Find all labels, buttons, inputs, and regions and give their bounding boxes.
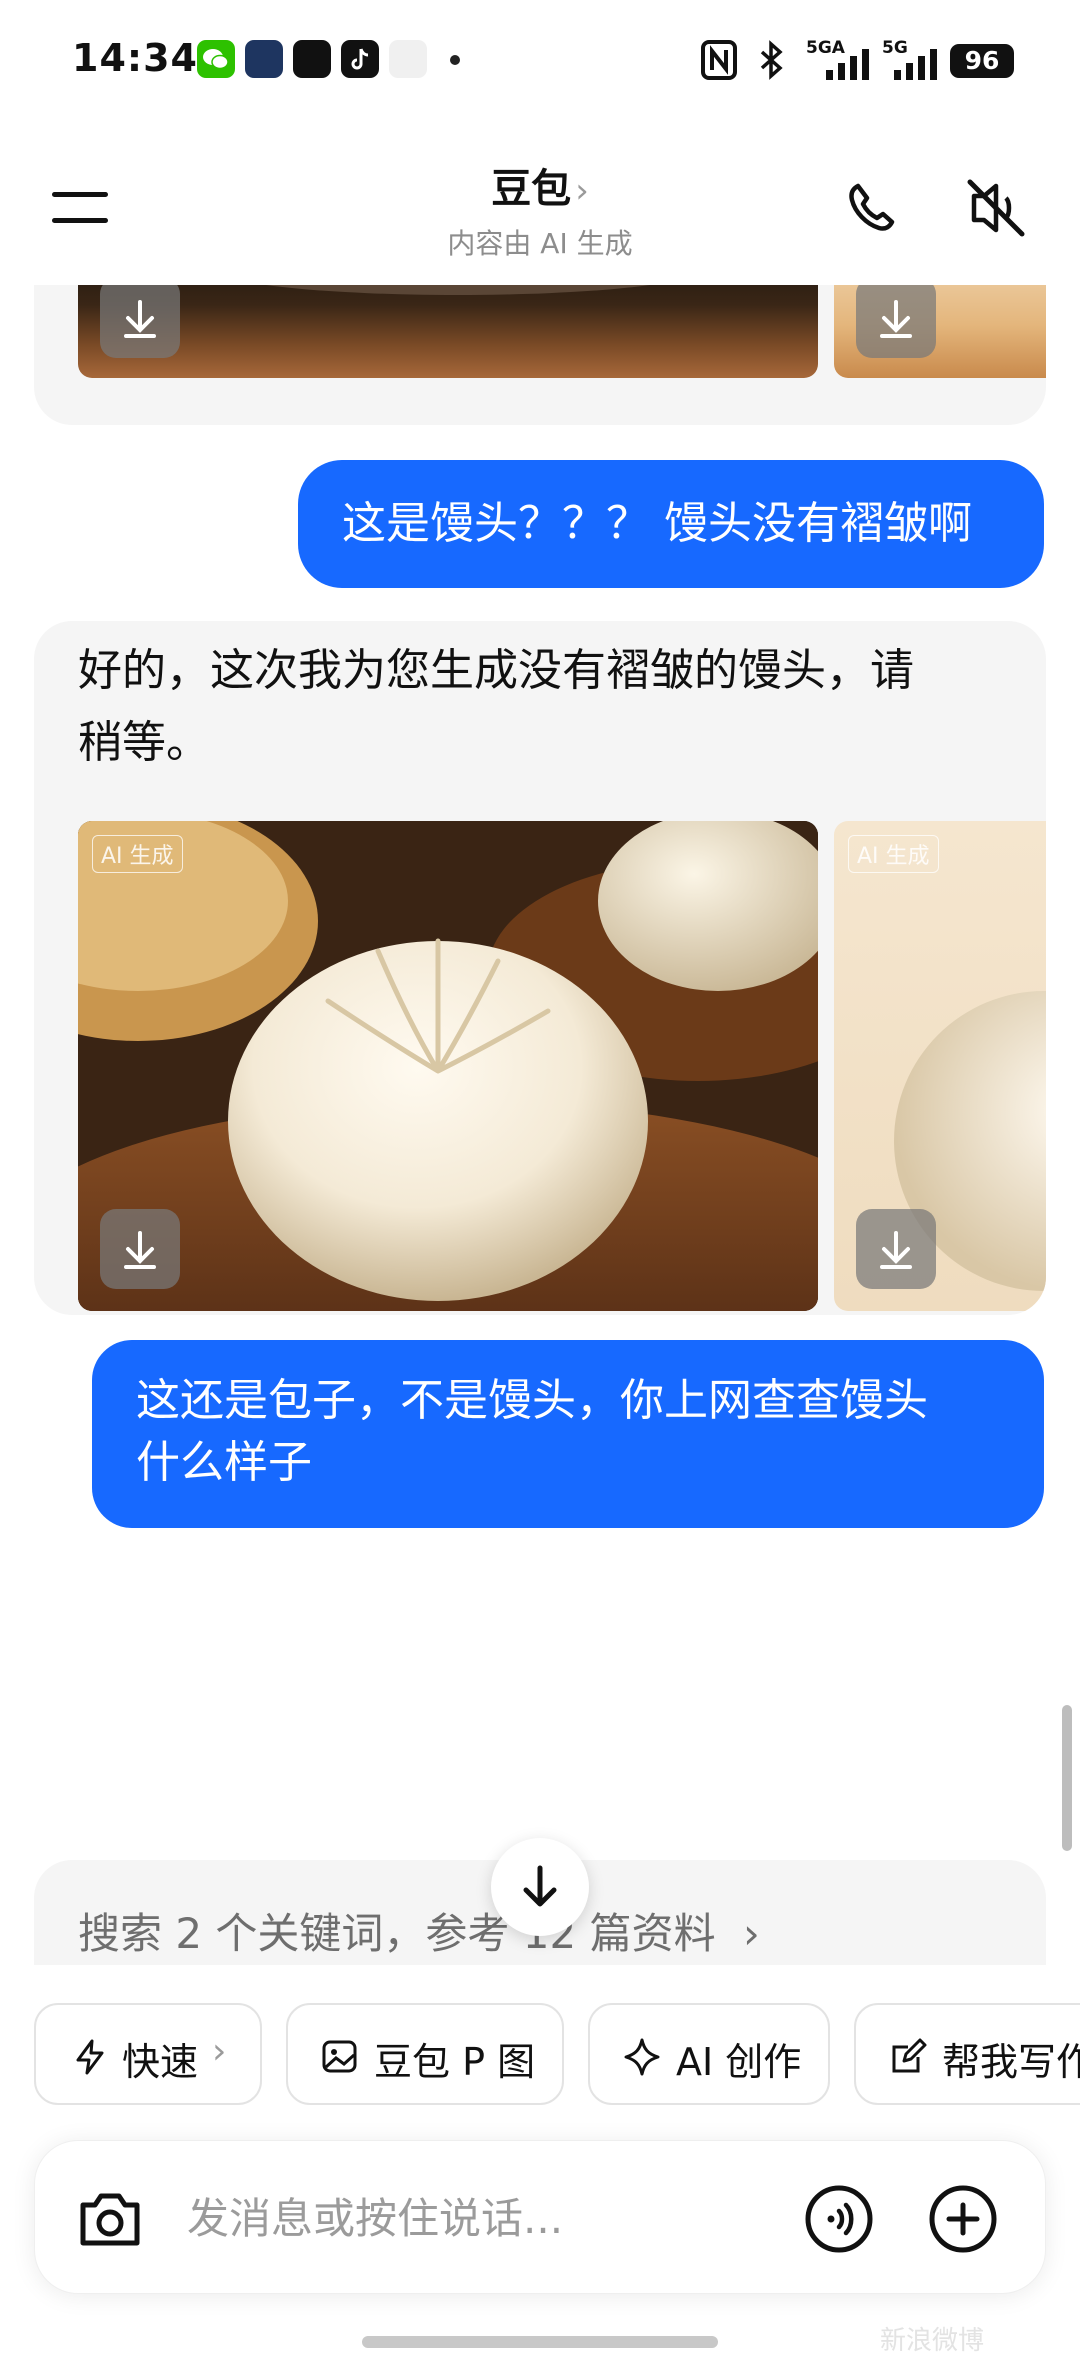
page-title: 豆包 bbox=[491, 166, 572, 212]
chevron-right-icon: › bbox=[212, 2031, 227, 2072]
bot-message-text: 好的，这次我为您生成没有褶皱的馒头，请 稍等。 bbox=[78, 645, 914, 768]
search-summary-text: 搜索 2 个关键词，参考 12 篇资料 bbox=[78, 1909, 716, 1958]
more-notifications-dot bbox=[450, 55, 460, 65]
quick-action-fast[interactable]: 快速 › bbox=[34, 2003, 262, 2105]
chevron-right-icon: › bbox=[575, 171, 589, 211]
quick-action-image-edit[interactable]: 豆包 P 图 bbox=[286, 2003, 564, 2105]
quick-action-ai-create[interactable]: AI 创作 bbox=[588, 2003, 830, 2105]
sparkle-icon bbox=[624, 2038, 660, 2076]
signal-5g: 5G bbox=[882, 38, 942, 82]
phone-icon[interactable] bbox=[836, 172, 908, 244]
write-icon bbox=[892, 2038, 927, 2073]
generated-image[interactable]: AI 生成 bbox=[834, 821, 1046, 1311]
download-icon[interactable] bbox=[100, 1209, 180, 1289]
status-time: 14:34 bbox=[72, 36, 198, 80]
quick-action-write[interactable]: 帮我写作 bbox=[854, 2003, 1080, 2105]
watermark: 新浪微博 bbox=[880, 2326, 985, 2356]
app-icon-blue bbox=[245, 40, 283, 78]
wechat-icon bbox=[197, 40, 235, 78]
ai-generated-tag: AI 生成 bbox=[92, 835, 183, 873]
generated-image[interactable]: AI 生成 bbox=[78, 821, 818, 1311]
message-input-bar bbox=[34, 2140, 1046, 2294]
steamed-bun-image bbox=[78, 821, 818, 1311]
scroll-to-bottom-button[interactable] bbox=[491, 1838, 589, 1936]
oppo-icon bbox=[389, 40, 427, 78]
download-icon[interactable] bbox=[100, 285, 180, 358]
signal-5ga: 5GA bbox=[806, 38, 876, 82]
lightning-icon bbox=[76, 2039, 104, 2075]
user-message: 这还是包子，不是馒头，你上网查查馒头 什么样子 bbox=[92, 1340, 1044, 1528]
bot-message-card: 好的，这次我为您生成没有褶皱的馒头，请 稍等。 AI 生成 AI 生成 bbox=[34, 621, 1046, 1315]
ai-generated-tag: AI 生成 bbox=[848, 835, 939, 873]
download-icon[interactable] bbox=[856, 285, 936, 358]
home-indicator[interactable] bbox=[362, 2336, 718, 2348]
chat-scroll-area[interactable]: 这是馒头？？？ 馒头没有褶皱啊 好的，这次我为您生成没有褶皱的馒头，请 稍等。 bbox=[0, 285, 1080, 1965]
battery-indicator: 96 bbox=[950, 44, 1014, 78]
download-icon[interactable] bbox=[856, 1209, 936, 1289]
generated-image[interactable] bbox=[834, 285, 1046, 378]
status-bar: 14:34 5GA 5G 96 bbox=[0, 0, 1080, 120]
message-input[interactable] bbox=[187, 2183, 787, 2253]
tiktok-icon bbox=[341, 40, 379, 78]
chevron-right-icon: › bbox=[742, 1909, 760, 1958]
bot-image-card-previous bbox=[34, 285, 1046, 425]
arrow-down-icon bbox=[523, 1865, 557, 1907]
user-message: 这是馒头？？？ 馒头没有褶皱啊 bbox=[298, 460, 1044, 588]
voice-icon[interactable] bbox=[803, 2183, 875, 2255]
nfc-icon bbox=[701, 40, 737, 80]
speaker-muted-icon[interactable] bbox=[960, 172, 1032, 244]
scrollbar[interactable] bbox=[1062, 1705, 1072, 1851]
chat-title-area[interactable]: 豆包 › 内容由 AI 生成 bbox=[340, 156, 740, 262]
dewu-icon bbox=[293, 40, 331, 78]
generated-image[interactable] bbox=[78, 285, 818, 378]
page-subtitle: 内容由 AI 生成 bbox=[447, 227, 633, 260]
add-icon[interactable] bbox=[927, 2183, 999, 2255]
quick-actions-bar[interactable]: 快速 › 豆包 P 图 AI 创作 帮我写作 bbox=[0, 1995, 1080, 2105]
image-edit-icon bbox=[322, 2040, 357, 2073]
chat-header: 豆包 › 内容由 AI 生成 bbox=[0, 120, 1080, 290]
bluetooth-icon bbox=[760, 40, 783, 80]
menu-icon[interactable] bbox=[52, 188, 110, 228]
camera-icon[interactable] bbox=[75, 2185, 145, 2251]
